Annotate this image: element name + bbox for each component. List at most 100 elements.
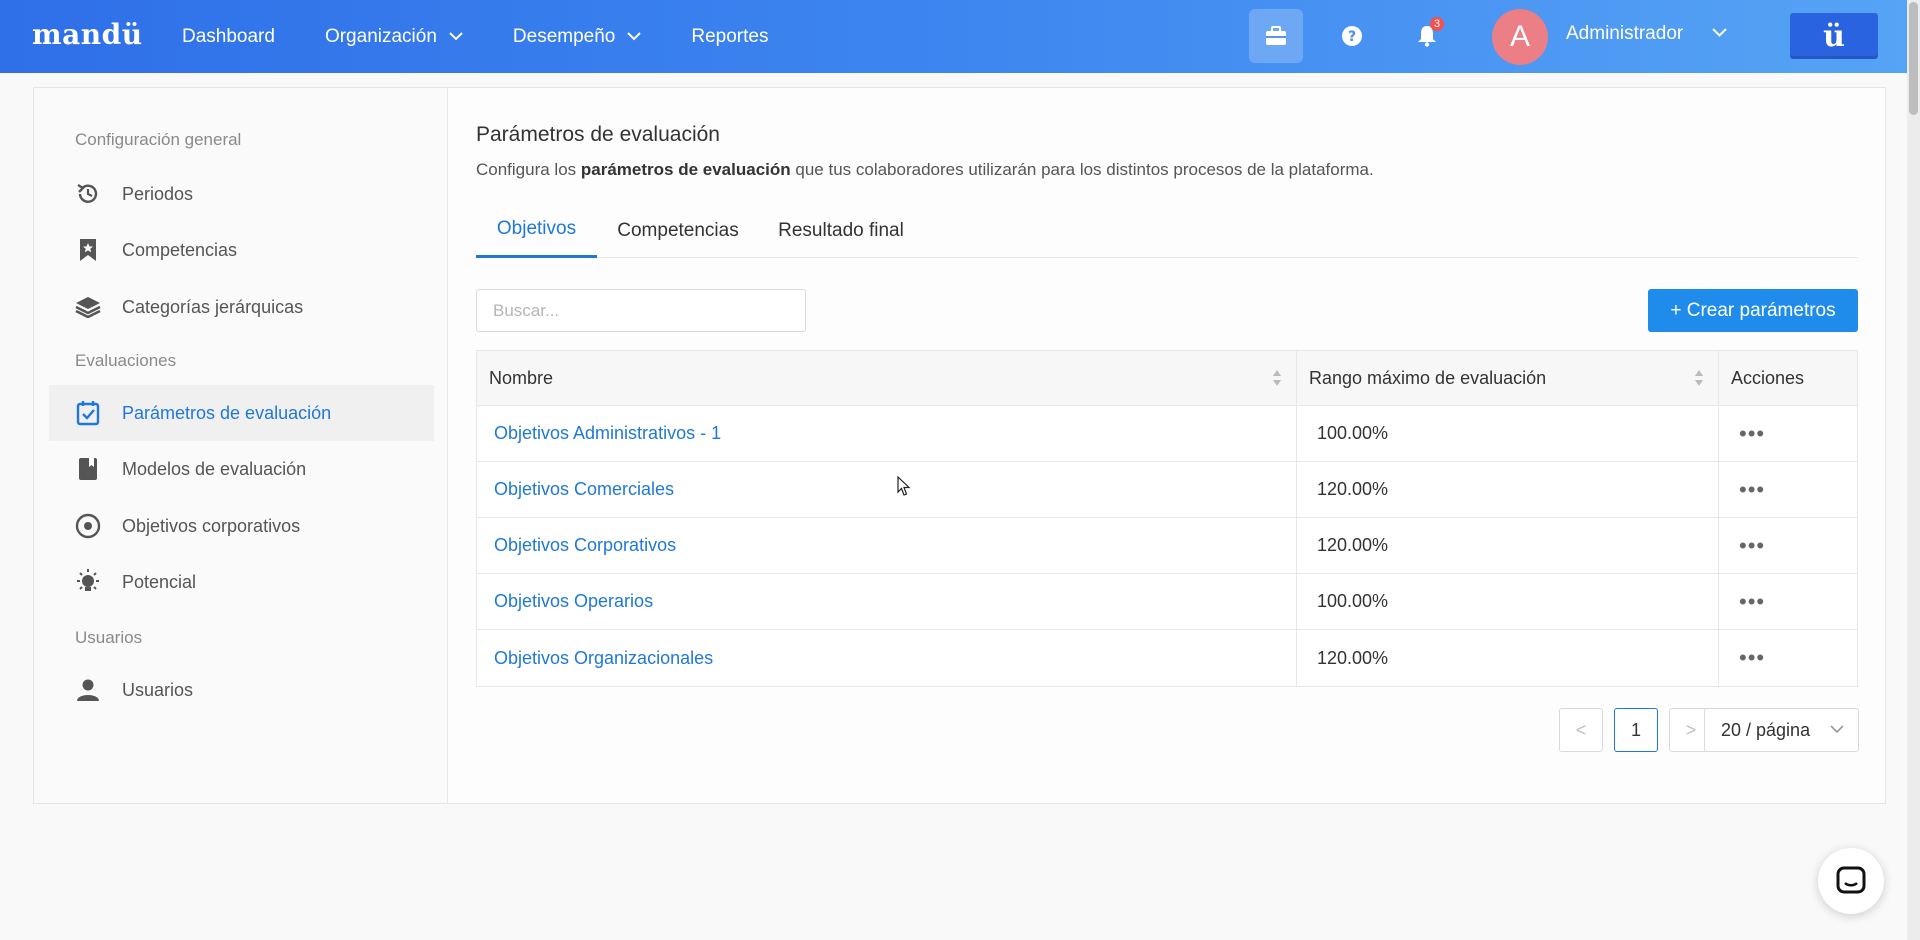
top-navbar: mandü Dashboard Organización Desempeño R… (0, 0, 1920, 73)
nav-desempeno[interactable]: Desempeño (512, 25, 642, 48)
create-parameters-button[interactable]: + Crear parámetros (1648, 289, 1858, 332)
sidebar-item-periodos[interactable]: Periodos (49, 166, 434, 222)
nav-reportes-label: Reportes (691, 25, 769, 47)
table-row: Objetivos Comerciales 120.00% ••• (477, 462, 1857, 518)
subtitle-pre: Configura los (476, 160, 581, 179)
sidebar-item-usuarios[interactable]: Usuarios (49, 662, 434, 718)
calendar-check-icon (74, 399, 102, 427)
sidebar-item-potencial[interactable]: Potencial (49, 554, 434, 610)
sidebar-item-label: Modelos de evaluación (122, 458, 307, 479)
chevron-down-icon (449, 32, 463, 41)
user-icon (74, 676, 102, 704)
main-content: Parámetros de evaluación Configura los p… (448, 88, 1885, 803)
target-icon (74, 512, 102, 540)
row-range: 120.00% (1317, 535, 1389, 555)
help-button[interactable]: ? (1325, 9, 1379, 63)
nav-desempeno-label: Desempeño (512, 25, 616, 47)
sidebar-item-label: Periodos (122, 183, 194, 204)
column-label: Rango máximo de evaluación (1309, 367, 1547, 388)
more-actions-icon[interactable]: ••• (1733, 533, 1765, 559)
chat-icon (1836, 866, 1866, 894)
row-range: 120.00% (1317, 647, 1389, 668)
notification-badge: 3 (1430, 17, 1445, 31)
sidebar-item-objetivos-corporativos[interactable]: Objetivos corporativos (49, 498, 434, 554)
sidebar-item-label: Categorías jerárquicas (122, 296, 304, 317)
table-row: Objetivos Administrativos - 1 100.00% ••… (477, 406, 1857, 462)
sidebar-item-modelos[interactable]: Modelos de evaluación (49, 441, 434, 497)
section-evaluaciones: Evaluaciones (75, 351, 177, 370)
column-header-rango[interactable]: Rango máximo de evaluación (1297, 351, 1719, 405)
row-name-link[interactable]: Objetivos Organizacionales (494, 648, 713, 669)
chevron-down-icon[interactable] (1712, 28, 1727, 37)
sort-icon[interactable] (1694, 369, 1704, 387)
subtitle-bold: parámetros de evaluación (580, 160, 791, 179)
avatar[interactable]: A (1492, 9, 1548, 65)
nav-organizacion-label: Organización (324, 25, 437, 47)
nav-dashboard[interactable]: Dashboard (182, 26, 275, 48)
scrollbar-thumb[interactable] (1909, 2, 1918, 115)
sidebar-item-categorias[interactable]: Categorías jerárquicas (49, 279, 434, 335)
bulb-icon (74, 568, 102, 596)
more-actions-icon[interactable]: ••• (1733, 589, 1765, 615)
notifications-button[interactable]: 3 (1400, 9, 1454, 63)
username[interactable]: Administrador (1566, 23, 1683, 45)
chevron-down-icon (627, 32, 642, 41)
more-actions-icon[interactable]: ••• (1733, 421, 1765, 447)
table-row: Objetivos Corporativos 120.00% ••• (477, 518, 1857, 574)
page-title: Parámetros de evaluación (476, 123, 720, 146)
more-actions-icon[interactable]: ••• (1733, 645, 1765, 671)
nav-organizacion[interactable]: Organización (325, 26, 463, 48)
row-range: 120.00% (1317, 479, 1389, 499)
main-nav: Dashboard Organización Desempeño Reporte… (182, 0, 818, 73)
row-name-link[interactable]: Objetivos Comerciales (494, 479, 674, 500)
column-header-nombre[interactable]: Nombre (477, 351, 1297, 405)
sidebar-item-label: Usuarios (122, 679, 194, 700)
sidebar-item-label: Parámetros de evaluación (122, 402, 332, 423)
briefcase-icon (1266, 26, 1286, 45)
page-size-value: 20 / página (1721, 719, 1811, 740)
svg-text:?: ? (1348, 29, 1356, 45)
briefcase-button[interactable] (1249, 9, 1303, 63)
tabs: Objetivos Competencias Resultado final (476, 203, 1858, 258)
mouse-cursor-icon (897, 476, 911, 496)
tab-objetivos[interactable]: Objetivos (476, 203, 597, 258)
chat-launcher-button[interactable] (1818, 848, 1884, 914)
nav-reportes[interactable]: Reportes (691, 26, 768, 48)
page-subtitle: Configura los parámetros de evaluación q… (476, 160, 1374, 180)
sidebar-item-parametros[interactable]: Parámetros de evaluación (49, 385, 434, 441)
page-scrollbar[interactable] (1907, 0, 1920, 940)
sidebar-item-label: Potencial (122, 571, 197, 592)
tab-competencias[interactable]: Competencias (597, 203, 759, 258)
table-header: Nombre Rango máximo de evaluación Accion… (477, 351, 1857, 406)
sidebar-item-label: Competencias (122, 239, 238, 260)
row-name-link[interactable]: Objetivos Operarios (494, 591, 653, 612)
book-icon (74, 455, 102, 483)
section-usuarios: Usuarios (75, 628, 143, 647)
nav-dashboard-label: Dashboard (182, 25, 275, 47)
row-name-link[interactable]: Objetivos Corporativos (494, 535, 676, 556)
subtitle-post: que tus colaboradores utilizarán para lo… (790, 160, 1374, 179)
page-size-select[interactable]: 20 / página (1704, 708, 1859, 752)
row-range: 100.00% (1317, 423, 1389, 443)
brand-logo[interactable]: mandü (32, 18, 143, 51)
row-range: 100.00% (1317, 591, 1389, 611)
sort-icon[interactable] (1272, 369, 1282, 387)
sidebar-item-competencias[interactable]: Competencias (49, 222, 434, 278)
column-header-acciones: Acciones (1719, 351, 1857, 405)
history-icon (74, 180, 102, 208)
sidebar-item-label: Objetivos corporativos (122, 515, 301, 536)
table-row: Objetivos Organizacionales 120.00% ••• (477, 630, 1857, 686)
tab-resultado-final[interactable]: Resultado final (759, 203, 923, 258)
page-1-button[interactable]: 1 (1614, 708, 1658, 752)
row-name-link[interactable]: Objetivos Administrativos - 1 (494, 423, 721, 444)
mandu-logo-button[interactable]: ü (1790, 13, 1878, 59)
prev-page-button[interactable]: < (1559, 708, 1603, 752)
section-configuracion-general: Configuración general (75, 130, 242, 149)
more-actions-icon[interactable]: ••• (1733, 477, 1765, 503)
search-input[interactable] (476, 289, 806, 332)
settings-panel: Configuración general Periodos Competenc… (33, 87, 1886, 804)
question-icon: ? (1342, 26, 1362, 46)
column-label: Nombre (489, 367, 554, 388)
table-row: Objetivos Operarios 100.00% ••• (477, 574, 1857, 630)
bookmark-icon (74, 236, 102, 264)
